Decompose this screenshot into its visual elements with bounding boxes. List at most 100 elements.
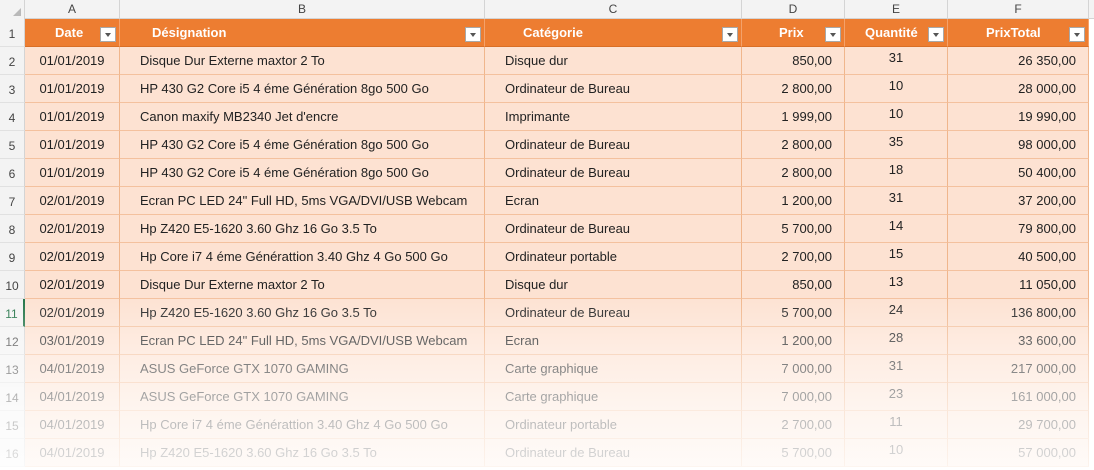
cell-categorie[interactable]: Imprimante bbox=[485, 103, 742, 131]
cell-categorie[interactable]: Ordinateur de Bureau bbox=[485, 299, 742, 327]
cell-prix[interactable]: 7 000,00 bbox=[742, 383, 845, 411]
cell-prixtotal[interactable]: 217 000,00 bbox=[948, 355, 1089, 383]
header-quantite[interactable]: Quantité bbox=[845, 19, 948, 47]
cell-prix[interactable]: 5 700,00 bbox=[742, 299, 845, 327]
row-header[interactable]: 6 bbox=[0, 159, 25, 187]
cell-quantite[interactable]: 11 bbox=[845, 411, 948, 439]
cell-date[interactable]: 02/01/2019 bbox=[25, 299, 120, 327]
cell-prixtotal[interactable]: 37 200,00 bbox=[948, 187, 1089, 215]
cell-designation[interactable]: Ecran PC LED 24" Full HD, 5ms VGA/DVI/US… bbox=[120, 327, 485, 355]
header-designation[interactable]: Désignation bbox=[120, 19, 485, 47]
cell-designation[interactable]: HP 430 G2 Core i5 4 éme Génération 8go 5… bbox=[120, 159, 485, 187]
cell-date[interactable]: 04/01/2019 bbox=[25, 411, 120, 439]
cell-quantite[interactable]: 31 bbox=[845, 47, 948, 75]
filter-dropdown-icon[interactable] bbox=[465, 27, 481, 42]
cell-date[interactable]: 02/01/2019 bbox=[25, 271, 120, 299]
cell-quantite[interactable]: 14 bbox=[845, 215, 948, 243]
cell-prixtotal[interactable]: 98 000,00 bbox=[948, 131, 1089, 159]
cell-categorie[interactable]: Ordinateur portable bbox=[485, 411, 742, 439]
header-prixtotal[interactable]: PrixTotal bbox=[948, 19, 1089, 47]
filter-dropdown-icon[interactable] bbox=[1069, 27, 1085, 42]
cell-prixtotal[interactable]: 50 400,00 bbox=[948, 159, 1089, 187]
row-header[interactable]: 16 bbox=[0, 439, 25, 467]
cell-categorie[interactable]: Ordinateur de Bureau bbox=[485, 75, 742, 103]
cell-date[interactable]: 04/01/2019 bbox=[25, 383, 120, 411]
header-categorie[interactable]: Catégorie bbox=[485, 19, 742, 47]
cell-quantite[interactable]: 10 bbox=[845, 103, 948, 131]
row-header[interactable]: 7 bbox=[0, 187, 25, 215]
cell-quantite[interactable]: 23 bbox=[845, 383, 948, 411]
cell-prixtotal[interactable]: 29 700,00 bbox=[948, 411, 1089, 439]
cell-quantite[interactable]: 10 bbox=[845, 439, 948, 467]
row-header[interactable]: 5 bbox=[0, 131, 25, 159]
cell-categorie[interactable]: Ordinateur de Bureau bbox=[485, 439, 742, 467]
cell-prixtotal[interactable]: 40 500,00 bbox=[948, 243, 1089, 271]
row-header[interactable]: 1 bbox=[0, 19, 25, 47]
cell-prix[interactable]: 850,00 bbox=[742, 271, 845, 299]
cell-designation[interactable]: Hp Core i7 4 éme Générattion 3.40 Ghz 4 … bbox=[120, 411, 485, 439]
cell-categorie[interactable]: Ecran bbox=[485, 187, 742, 215]
cell-designation[interactable]: HP 430 G2 Core i5 4 éme Génération 8go 5… bbox=[120, 131, 485, 159]
cell-date[interactable]: 04/01/2019 bbox=[25, 439, 120, 467]
cell-designation[interactable]: Canon maxify MB2340 Jet d'encre bbox=[120, 103, 485, 131]
cell-prix[interactable]: 2 700,00 bbox=[742, 243, 845, 271]
cell-quantite[interactable]: 31 bbox=[845, 187, 948, 215]
cell-designation[interactable]: Hp Z420 E5-1620 3.60 Ghz 16 Go 3.5 To bbox=[120, 439, 485, 467]
cell-date[interactable]: 02/01/2019 bbox=[25, 187, 120, 215]
cell-date[interactable]: 04/01/2019 bbox=[25, 355, 120, 383]
cell-categorie[interactable]: Disque dur bbox=[485, 271, 742, 299]
cell-categorie[interactable]: Disque dur bbox=[485, 47, 742, 75]
cell-categorie[interactable]: Carte graphique bbox=[485, 355, 742, 383]
cell-quantite[interactable]: 13 bbox=[845, 271, 948, 299]
cell-designation[interactable]: HP 430 G2 Core i5 4 éme Génération 8go 5… bbox=[120, 75, 485, 103]
cell-prix[interactable]: 1 999,00 bbox=[742, 103, 845, 131]
cell-prix[interactable]: 2 700,00 bbox=[742, 411, 845, 439]
cell-date[interactable]: 02/01/2019 bbox=[25, 243, 120, 271]
cell-prixtotal[interactable]: 136 800,00 bbox=[948, 299, 1089, 327]
cell-prix[interactable]: 7 000,00 bbox=[742, 355, 845, 383]
cell-prixtotal[interactable]: 28 000,00 bbox=[948, 75, 1089, 103]
filter-dropdown-icon[interactable] bbox=[100, 27, 116, 42]
cell-prix[interactable]: 1 200,00 bbox=[742, 187, 845, 215]
row-header[interactable]: 14 bbox=[0, 383, 25, 411]
cell-prix[interactable]: 5 700,00 bbox=[742, 215, 845, 243]
cell-prix[interactable]: 2 800,00 bbox=[742, 159, 845, 187]
column-header-e[interactable]: E bbox=[845, 0, 948, 19]
cell-quantite[interactable]: 15 bbox=[845, 243, 948, 271]
row-header[interactable]: 2 bbox=[0, 47, 25, 75]
cell-designation[interactable]: Ecran PC LED 24" Full HD, 5ms VGA/DVI/US… bbox=[120, 187, 485, 215]
row-header[interactable]: 15 bbox=[0, 411, 25, 439]
row-header[interactable]: 9 bbox=[0, 243, 25, 271]
row-header[interactable]: 12 bbox=[0, 327, 25, 355]
cell-quantite[interactable]: 28 bbox=[845, 327, 948, 355]
cell-designation[interactable]: Disque Dur Externe maxtor 2 To bbox=[120, 47, 485, 75]
row-header[interactable]: 4 bbox=[0, 103, 25, 131]
row-header[interactable]: 8 bbox=[0, 215, 25, 243]
cell-date[interactable]: 01/01/2019 bbox=[25, 131, 120, 159]
header-date[interactable]: Date bbox=[25, 19, 120, 47]
cell-designation[interactable]: Hp Z420 E5-1620 3.60 Ghz 16 Go 3.5 To bbox=[120, 215, 485, 243]
cell-prix[interactable]: 850,00 bbox=[742, 47, 845, 75]
cell-prix[interactable]: 2 800,00 bbox=[742, 75, 845, 103]
cell-quantite[interactable]: 35 bbox=[845, 131, 948, 159]
cell-date[interactable]: 02/01/2019 bbox=[25, 215, 120, 243]
column-header-f[interactable]: F bbox=[948, 0, 1089, 19]
cell-quantite[interactable]: 24 bbox=[845, 299, 948, 327]
cell-prixtotal[interactable]: 11 050,00 bbox=[948, 271, 1089, 299]
cell-categorie[interactable]: Ordinateur portable bbox=[485, 243, 742, 271]
cell-categorie[interactable]: Ordinateur de Bureau bbox=[485, 215, 742, 243]
cell-categorie[interactable]: Carte graphique bbox=[485, 383, 742, 411]
select-all-triangle-icon[interactable] bbox=[0, 0, 25, 19]
filter-dropdown-icon[interactable] bbox=[928, 27, 944, 42]
cell-quantite[interactable]: 18 bbox=[845, 159, 948, 187]
cell-designation[interactable]: Disque Dur Externe maxtor 2 To bbox=[120, 271, 485, 299]
cell-date[interactable]: 01/01/2019 bbox=[25, 75, 120, 103]
cell-designation[interactable]: ASUS GeForce GTX 1070 GAMING bbox=[120, 383, 485, 411]
column-header-b[interactable]: B bbox=[120, 0, 485, 19]
header-prix[interactable]: Prix bbox=[742, 19, 845, 47]
filter-dropdown-icon[interactable] bbox=[722, 27, 738, 42]
cell-designation[interactable]: ASUS GeForce GTX 1070 GAMING bbox=[120, 355, 485, 383]
cell-quantite[interactable]: 10 bbox=[845, 75, 948, 103]
cell-prixtotal[interactable]: 19 990,00 bbox=[948, 103, 1089, 131]
filter-dropdown-icon[interactable] bbox=[825, 27, 841, 42]
